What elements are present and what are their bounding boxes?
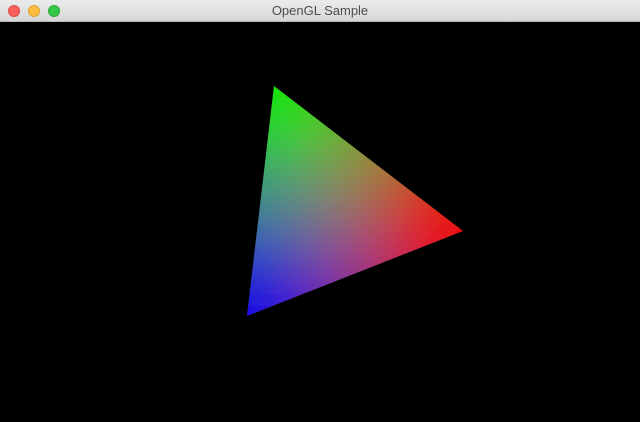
triangle-vertex-blue — [247, 221, 342, 316]
rendered-triangle — [247, 86, 463, 316]
triangle-vertex-red — [358, 126, 463, 316]
app-window: OpenGL Sample — [0, 0, 640, 422]
opengl-viewport[interactable] — [0, 22, 640, 422]
opengl-canvas — [247, 86, 463, 316]
window-titlebar[interactable]: OpenGL Sample — [0, 0, 640, 22]
window-title: OpenGL Sample — [271, 3, 369, 18]
